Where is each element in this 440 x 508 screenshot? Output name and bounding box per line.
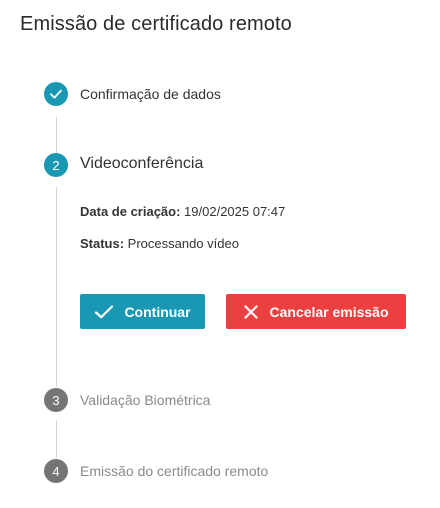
step-3-number: 3 (44, 388, 68, 412)
status-label: Status: (80, 236, 125, 251)
step-2-label: Videoconferência (80, 155, 204, 172)
cancel-issuance-button[interactable]: Cancelar emissão (226, 294, 406, 329)
status-value: Processando vídeo (124, 236, 239, 251)
step-2-number: 2 (44, 153, 68, 177)
step-connector (56, 420, 57, 458)
checkmark-icon (95, 304, 114, 318)
checkmark-icon (50, 89, 62, 99)
creation-date-label: Data de criação: (80, 204, 181, 219)
continue-button[interactable]: Continuar (80, 294, 205, 329)
step-1-done-indicator (44, 82, 68, 106)
step-3-label: Validação Biométrica (80, 392, 211, 408)
step-connector (56, 117, 57, 154)
continue-button-label: Continuar (124, 303, 191, 320)
certificate-issuance-page: Emissão de certificado remoto Confirmaçã… (0, 0, 440, 508)
step-4-number: 4 (44, 459, 68, 483)
step-connector (56, 187, 57, 387)
status-line: Status: Processando vídeo (80, 236, 239, 251)
cancel-button-label: Cancelar emissão (269, 303, 389, 320)
step-4-label: Emissão do certificado remoto (80, 463, 269, 479)
page-title: Emissão de certificado remoto (20, 13, 292, 35)
step-1-label: Confirmação de dados (80, 86, 221, 102)
creation-date-value: 19/02/2025 07:47 (180, 204, 286, 219)
close-icon (244, 304, 259, 319)
creation-date-line: Data de criação: 19/02/2025 07:47 (80, 204, 285, 219)
